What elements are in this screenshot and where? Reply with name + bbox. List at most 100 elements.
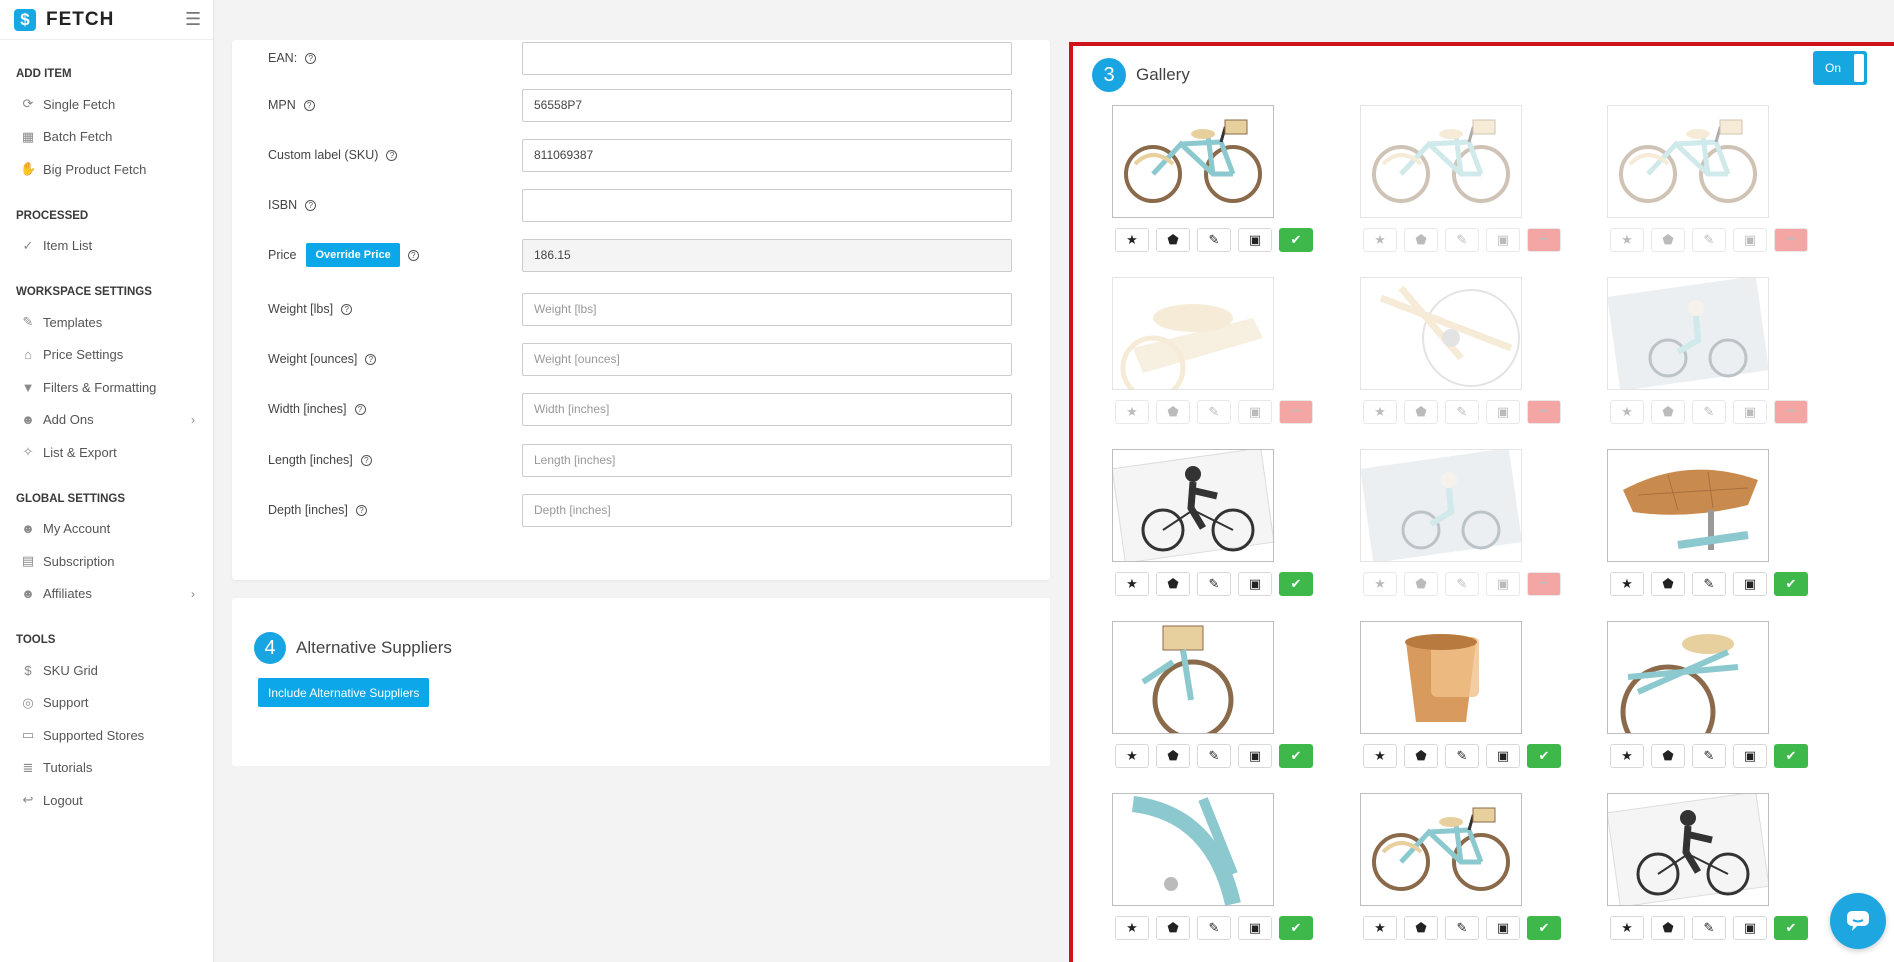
edit-image-button[interactable]: ✎ xyxy=(1445,228,1479,252)
width-input[interactable] xyxy=(522,392,1012,426)
edit-image-button[interactable]: ✎ xyxy=(1197,916,1231,940)
replace-image-button[interactable]: ▣ xyxy=(1238,916,1272,940)
sidebar-item-price-settings[interactable]: ⌂ Price Settings xyxy=(0,339,213,372)
tag-image-button[interactable]: ⬟ xyxy=(1651,744,1685,768)
sidebar-item-logout[interactable]: ↩ Logout xyxy=(0,784,213,817)
replace-image-button[interactable]: ▣ xyxy=(1733,916,1767,940)
brand[interactable]: $ FETCH xyxy=(0,0,213,40)
price-input[interactable] xyxy=(522,238,1012,272)
replace-image-button[interactable]: ▣ xyxy=(1733,572,1767,596)
replace-image-button[interactable]: ▣ xyxy=(1238,228,1272,252)
gallery-thumbnail[interactable] xyxy=(1607,277,1769,390)
edit-image-button[interactable]: ✎ xyxy=(1197,228,1231,252)
tag-image-button[interactable]: ⬟ xyxy=(1404,400,1438,424)
exclude-image-button[interactable]: − xyxy=(1527,228,1561,252)
exclude-image-button[interactable]: − xyxy=(1279,400,1313,424)
set-main-image-button[interactable]: ★ xyxy=(1363,744,1397,768)
replace-image-button[interactable]: ▣ xyxy=(1486,400,1520,424)
tag-image-button[interactable]: ⬟ xyxy=(1651,400,1685,424)
tag-image-button[interactable]: ⬟ xyxy=(1404,916,1438,940)
help-icon[interactable]: ? xyxy=(407,249,419,261)
set-main-image-button[interactable]: ★ xyxy=(1115,572,1149,596)
tag-image-button[interactable]: ⬟ xyxy=(1156,744,1190,768)
set-main-image-button[interactable]: ★ xyxy=(1115,228,1149,252)
sidebar-item-subscription[interactable]: ▤ Subscription xyxy=(0,545,213,578)
gallery-thumbnail[interactable] xyxy=(1360,105,1522,218)
depth-input[interactable] xyxy=(522,493,1012,527)
gallery-thumbnail[interactable] xyxy=(1112,277,1274,390)
edit-image-button[interactable]: ✎ xyxy=(1445,572,1479,596)
sidebar-item-tutorials[interactable]: ≣ Tutorials xyxy=(0,752,213,785)
include-image-button[interactable]: ✔ xyxy=(1279,916,1313,940)
include-image-button[interactable]: ✔ xyxy=(1279,744,1313,768)
set-main-image-button[interactable]: ★ xyxy=(1363,916,1397,940)
weight-oz-input[interactable] xyxy=(522,342,1012,376)
gallery-thumbnail[interactable] xyxy=(1360,277,1522,390)
help-icon[interactable]: ? xyxy=(360,454,372,466)
isbn-input[interactable] xyxy=(522,188,1012,222)
set-main-image-button[interactable]: ★ xyxy=(1115,744,1149,768)
include-image-button[interactable]: ✔ xyxy=(1774,572,1808,596)
exclude-image-button[interactable]: − xyxy=(1774,400,1808,424)
help-icon[interactable]: ? xyxy=(303,99,315,111)
tag-image-button[interactable]: ⬟ xyxy=(1156,400,1190,424)
gallery-thumbnail[interactable] xyxy=(1112,105,1274,218)
sidebar-item-templates[interactable]: ✎ Templates xyxy=(0,306,213,339)
edit-image-button[interactable]: ✎ xyxy=(1692,228,1726,252)
gallery-toggle[interactable]: On xyxy=(1813,51,1867,85)
help-icon[interactable]: ? xyxy=(305,199,317,211)
sidebar-item-add-ons[interactable]: ☻ Add Ons › xyxy=(0,404,213,437)
help-icon[interactable]: ? xyxy=(354,403,366,415)
tag-image-button[interactable]: ⬟ xyxy=(1651,572,1685,596)
exclude-image-button[interactable]: − xyxy=(1774,228,1808,252)
include-image-button[interactable]: ✔ xyxy=(1279,572,1313,596)
tag-image-button[interactable]: ⬟ xyxy=(1404,572,1438,596)
help-icon[interactable]: ? xyxy=(386,149,398,161)
gallery-thumbnail[interactable] xyxy=(1112,449,1274,562)
gallery-thumbnail[interactable] xyxy=(1112,793,1274,906)
set-main-image-button[interactable]: ★ xyxy=(1363,572,1397,596)
replace-image-button[interactable]: ▣ xyxy=(1486,916,1520,940)
gallery-thumbnail[interactable] xyxy=(1360,793,1522,906)
edit-image-button[interactable]: ✎ xyxy=(1197,572,1231,596)
tag-image-button[interactable]: ⬟ xyxy=(1156,916,1190,940)
include-image-button[interactable]: ✔ xyxy=(1774,744,1808,768)
replace-image-button[interactable]: ▣ xyxy=(1733,744,1767,768)
tag-image-button[interactable]: ⬟ xyxy=(1156,572,1190,596)
tag-image-button[interactable]: ⬟ xyxy=(1404,228,1438,252)
edit-image-button[interactable]: ✎ xyxy=(1197,400,1231,424)
sidebar-item-support[interactable]: ◎ Support xyxy=(0,687,213,720)
replace-image-button[interactable]: ▣ xyxy=(1486,228,1520,252)
override-price-button[interactable]: Override Price xyxy=(306,243,400,267)
edit-image-button[interactable]: ✎ xyxy=(1197,744,1231,768)
hamburger-menu-icon[interactable]: ☰ xyxy=(185,9,201,30)
ean-input[interactable] xyxy=(522,41,1012,75)
mpn-input[interactable] xyxy=(522,88,1012,122)
edit-image-button[interactable]: ✎ xyxy=(1692,400,1726,424)
edit-image-button[interactable]: ✎ xyxy=(1692,744,1726,768)
edit-image-button[interactable]: ✎ xyxy=(1692,572,1726,596)
sidebar-item-filters-formatting[interactable]: ▼ Filters & Formatting xyxy=(0,371,213,404)
replace-image-button[interactable]: ▣ xyxy=(1733,228,1767,252)
set-main-image-button[interactable]: ★ xyxy=(1115,916,1149,940)
gallery-thumbnail[interactable] xyxy=(1360,621,1522,734)
set-main-image-button[interactable]: ★ xyxy=(1363,400,1397,424)
gallery-thumbnail[interactable] xyxy=(1607,621,1769,734)
sidebar-item-list-export[interactable]: ✧ List & Export xyxy=(0,436,213,469)
set-main-image-button[interactable]: ★ xyxy=(1610,744,1644,768)
help-icon[interactable]: ? xyxy=(305,52,317,64)
sidebar-item-affiliates[interactable]: ☻ Affiliates › xyxy=(0,578,213,611)
set-main-image-button[interactable]: ★ xyxy=(1610,572,1644,596)
edit-image-button[interactable]: ✎ xyxy=(1445,916,1479,940)
gallery-thumbnail[interactable] xyxy=(1607,449,1769,562)
gallery-thumbnail[interactable] xyxy=(1360,449,1522,562)
edit-image-button[interactable]: ✎ xyxy=(1445,744,1479,768)
edit-image-button[interactable]: ✎ xyxy=(1445,400,1479,424)
weight-lbs-input[interactable] xyxy=(522,292,1012,326)
replace-image-button[interactable]: ▣ xyxy=(1238,572,1272,596)
set-main-image-button[interactable]: ★ xyxy=(1115,400,1149,424)
help-icon[interactable]: ? xyxy=(355,504,367,516)
set-main-image-button[interactable]: ★ xyxy=(1363,228,1397,252)
sku-input[interactable] xyxy=(522,138,1012,172)
exclude-image-button[interactable]: − xyxy=(1527,572,1561,596)
